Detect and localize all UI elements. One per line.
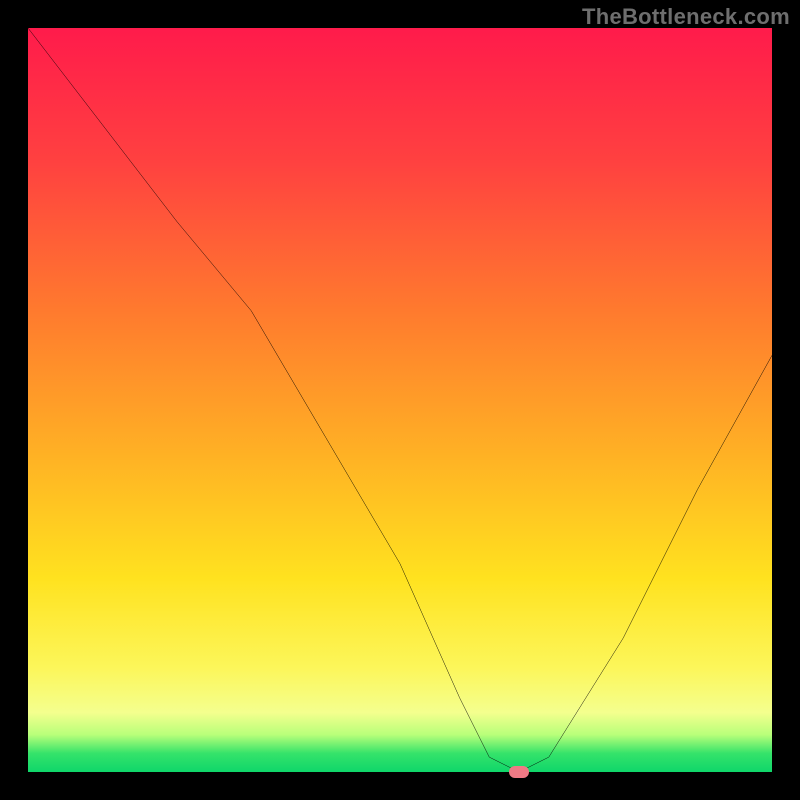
watermark-text: TheBottleneck.com <box>582 4 790 30</box>
chart-frame: TheBottleneck.com <box>0 0 800 800</box>
bottleneck-curve <box>28 28 772 772</box>
curve-path <box>28 28 772 772</box>
plot-area <box>28 28 772 772</box>
optimal-point-marker <box>509 766 529 778</box>
